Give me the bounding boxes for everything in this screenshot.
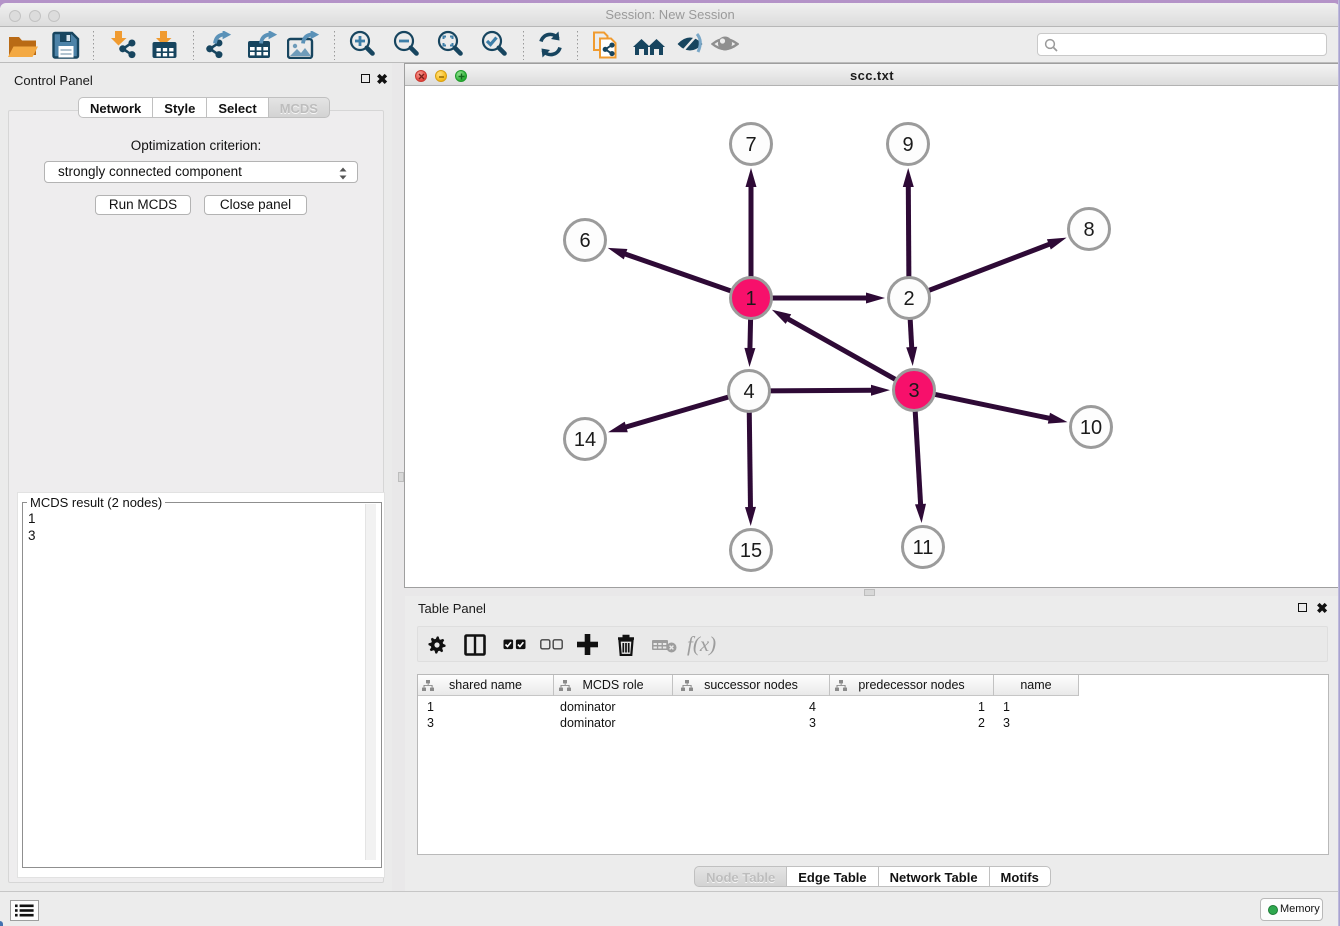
svg-text:15: 15 [740,540,762,562]
svg-text:7: 7 [745,134,756,156]
svg-text:11: 11 [913,537,934,559]
svg-text:3: 3 [908,380,919,402]
svg-text:2: 2 [903,288,914,310]
svg-text:6: 6 [579,230,590,252]
svg-text:9: 9 [902,134,913,156]
svg-text:14: 14 [574,429,596,451]
svg-text:8: 8 [1083,219,1094,241]
svg-text:1: 1 [745,288,756,310]
svg-text:10: 10 [1080,417,1102,439]
svg-text:4: 4 [743,381,754,403]
